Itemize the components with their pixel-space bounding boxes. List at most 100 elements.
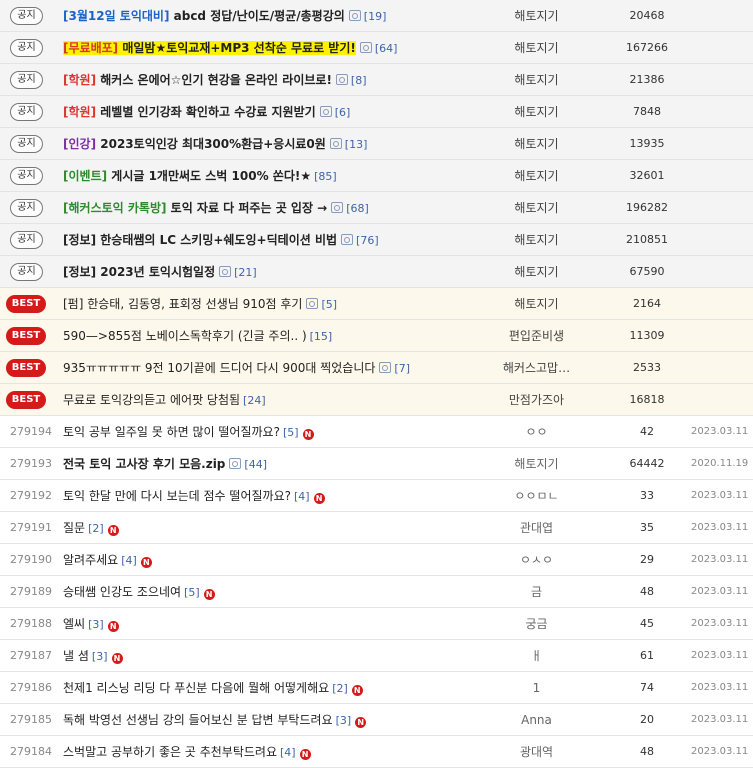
author-name[interactable]: 해토지기 (470, 31, 603, 64)
author-name[interactable]: 1 (470, 671, 603, 704)
author-name[interactable]: ㅇㅇ (470, 415, 603, 448)
post-title-link[interactable]: 알려주세요 (63, 553, 118, 567)
notice-row[interactable]: 공지 [인강] 2023토익인강 최대300%환급+응시료0원 [13] 해토지기 13… (0, 127, 753, 160)
notice-title-link[interactable]: [무료배포] 매일밤★토익교재+MP3 선착순 무료로 받기! (63, 41, 356, 55)
post-title-link[interactable]: 독해 박영선 선생님 강의 들어보신 분 답변 부탁드려요 (63, 713, 333, 727)
post-row[interactable]: 279189 승태쌤 인강도 조으네여 [5] N 금 48 2023.03.11 (0, 575, 753, 608)
notice-title-link[interactable]: [이벤트] 게시글 1개만써도 스벅 100% 쏜다!★ (63, 169, 311, 183)
notice-row[interactable]: 공지 [해커스토익 카톡방] 토익 자료 다 퍼주는 곳 입장 → [68] 해토지기… (0, 191, 753, 224)
comment-count[interactable]: [4] (280, 746, 296, 759)
comment-count[interactable]: [5] (184, 586, 200, 599)
comment-count[interactable]: [4] (294, 490, 310, 503)
post-title-link[interactable]: 질문 (63, 521, 85, 535)
best-title-link[interactable]: 935ㅠㅠㅠㅠㅠ 9전 10기끝에 드디어 다시 900대 찍었습니다 (63, 361, 375, 375)
author-name[interactable]: 해토지기 (470, 223, 603, 256)
comment-count[interactable]: [19] (364, 10, 387, 23)
comment-count[interactable]: [44] (244, 458, 267, 471)
comment-count[interactable]: [3] (92, 650, 108, 663)
comment-count[interactable]: [85] (314, 170, 337, 183)
author-name[interactable]: 만점가즈아 (470, 383, 603, 416)
comment-count[interactable]: [76] (356, 234, 379, 247)
comment-count[interactable]: [13] (345, 138, 368, 151)
author-name[interactable]: 금 (470, 575, 603, 608)
comment-count[interactable]: [21] (234, 266, 257, 279)
comment-count[interactable]: [24] (243, 394, 266, 407)
notice-row[interactable]: 공지 [3월12일 토익대비] abcd 정답/난이도/평균/총평강의 [19] 해토… (0, 0, 753, 32)
author-name[interactable]: 해토지기 (470, 95, 603, 128)
post-title-link[interactable]: 승태쌤 인강도 조으네여 (63, 585, 181, 599)
best-title-link[interactable]: 무료로 토익강의듣고 에어팟 당첨됨 (63, 393, 240, 407)
comment-count[interactable]: [3] (88, 618, 104, 631)
best-title-link[interactable]: [펌] 한승태, 김동영, 표회정 선생님 910점 후기 (63, 297, 302, 311)
best-row[interactable]: BEST 935ㅠㅠㅠㅠㅠ 9전 10기끝에 드디어 다시 900대 찍었습니다 [… (0, 351, 753, 384)
comment-count[interactable]: [5] (321, 298, 337, 311)
author-name[interactable]: 해토지기 (470, 255, 603, 288)
post-title-link[interactable]: 스벅말고 공부하기 좋은 곳 추천부탁드려요 (63, 745, 277, 759)
notice-title-link[interactable]: [정보] 2023년 토익시험일정 (63, 265, 215, 279)
post-title-link[interactable]: 천제1 리스닝 리딩 다 푸신분 다음에 뭘해 어떻게해요 (63, 681, 329, 695)
notice-row[interactable]: 공지 [학원] 해커스 온에어☆인기 현강을 온라인 라이브로! [8] 해토지기 21… (0, 63, 753, 96)
best-row[interactable]: BEST 590—>855점 노베이스독학후기 (긴글 주의.. ) [15] 편입준… (0, 319, 753, 352)
comment-count[interactable]: [68] (346, 202, 369, 215)
best-title-link[interactable]: 590—>855점 노베이스독학후기 (긴글 주의.. ) (63, 329, 307, 343)
author-name[interactable]: 편입준비생 (470, 319, 603, 352)
author-name[interactable]: 해토지기 (470, 287, 603, 320)
author-name[interactable]: ㅇㅅㅇ (470, 543, 603, 576)
author-name[interactable]: 해토지기 (470, 63, 603, 96)
comment-count[interactable]: [3] (336, 714, 352, 727)
comment-count[interactable]: [6] (335, 106, 351, 119)
comment-count[interactable]: [4] (121, 554, 137, 567)
post-title-link[interactable]: 토익 한달 만에 다시 보는데 점수 떨어질까요? (63, 489, 291, 503)
post-row[interactable]: 279188 엘씨 [3] N 궁금 45 2023.03.11 (0, 607, 753, 640)
post-row[interactable]: 279193 전국 토익 고사장 후기 모음.zip [44] 해토지기 64442 20… (0, 447, 753, 480)
comment-count[interactable]: [8] (351, 74, 367, 87)
author-name[interactable]: 광대역 (470, 735, 603, 768)
post-title-link[interactable]: 낼 셤 (63, 649, 89, 663)
best-row[interactable]: BEST [펌] 한승태, 김동영, 표회정 선생님 910점 후기 [5] 해토지기… (0, 287, 753, 320)
notice-row[interactable]: 공지 [정보] 한승태쌤의 LC 스키밍+쉐도잉+딕테이션 비법 [76] 해토지기 2… (0, 223, 753, 256)
author-name[interactable]: Anna (470, 703, 603, 736)
author-name[interactable]: 해토지기 (470, 127, 603, 160)
notice-title-link[interactable]: [해커스토익 카톡방] 토익 자료 다 퍼주는 곳 입장 → (63, 201, 327, 215)
author-name[interactable]: ㅐ (470, 639, 603, 672)
comment-count[interactable]: [7] (394, 362, 410, 375)
post-row[interactable]: 279184 스벅말고 공부하기 좋은 곳 추천부탁드려요 [4] N 광대역 48 202… (0, 735, 753, 768)
post-row[interactable]: 279192 토익 한달 만에 다시 보는데 점수 떨어질까요? [4] N ㅇㅇㅁㄴ 3… (0, 479, 753, 512)
author-name[interactable]: 관대엽 (470, 511, 603, 544)
author-name[interactable]: 해토지기 (470, 159, 603, 192)
notice-title-link[interactable]: [정보] 한승태쌤의 LC 스키밍+쉐도잉+딕테이션 비법 (63, 233, 337, 247)
post-title-link[interactable]: 엘씨 (63, 617, 85, 631)
comment-count[interactable]: [64] (375, 42, 398, 55)
post-row[interactable]: 279194 토익 공부 일주일 못 하면 많이 떨어질까요? [5] N ㅇㅇ 42 20… (0, 415, 753, 448)
post-title-link[interactable]: 전국 토익 고사장 후기 모음.zip (63, 457, 225, 471)
notice-row[interactable]: 공지 [학원] 레벨별 인기강좌 확인하고 수강료 지원받기 [6] 해토지기 7848 (0, 95, 753, 128)
comment-count[interactable]: [5] (283, 426, 299, 439)
author-name[interactable]: ㅇㅇㅁㄴ (470, 479, 603, 512)
notice-category: [이벤트] (63, 169, 108, 183)
author-name[interactable]: 해토지기 (470, 0, 603, 32)
notice-row[interactable]: 공지 [이벤트] 게시글 1개만써도 스벅 100% 쏜다!★ [85] 해토지기 32… (0, 159, 753, 192)
post-row[interactable]: 279191 질문 [2] N 관대엽 35 2023.03.11 (0, 511, 753, 544)
notice-title-link[interactable]: [인강] 2023토익인강 최대300%환급+응시료0원 (63, 137, 326, 151)
author-name[interactable]: 해토지기 (470, 191, 603, 224)
author-name[interactable]: 해커스고맙… (470, 351, 603, 384)
notice-title-link[interactable]: [학원] 레벨별 인기강좌 확인하고 수강료 지원받기 (63, 105, 316, 119)
comment-count[interactable]: [15] (310, 330, 333, 343)
best-row[interactable]: BEST 무료로 토익강의듣고 에어팟 당첨됨 [24] 만점가즈아 16818 (0, 383, 753, 416)
comment-count[interactable]: [2] (332, 682, 348, 695)
best-badge-cell: BEST (0, 287, 57, 320)
comment-count[interactable]: [2] (88, 522, 104, 535)
date-cell (691, 127, 753, 160)
post-row[interactable]: 279190 알려주세요 [4] N ㅇㅅㅇ 29 2023.03.11 (0, 543, 753, 576)
post-row[interactable]: 279187 낼 셤 [3] N ㅐ 61 2023.03.11 (0, 639, 753, 672)
notice-title-link[interactable]: [3월12일 토익대비] abcd 정답/난이도/평균/총평강의 (63, 9, 345, 23)
post-title-cell: 전국 토익 고사장 후기 모음.zip [44] (57, 447, 470, 480)
post-row[interactable]: 279186 천제1 리스닝 리딩 다 푸신분 다음에 뭘해 어떻게해요 [2] N 1… (0, 671, 753, 704)
notice-title-link[interactable]: [학원] 해커스 온에어☆인기 현강을 온라인 라이브로! (63, 73, 332, 87)
notice-row[interactable]: 공지 [정보] 2023년 토익시험일정 [21] 해토지기 67590 (0, 255, 753, 288)
author-name[interactable]: 궁금 (470, 607, 603, 640)
author-name[interactable]: 해토지기 (470, 447, 603, 480)
post-row[interactable]: 279185 독해 박영선 선생님 강의 들어보신 분 답변 부탁드려요 [3] N A… (0, 703, 753, 736)
notice-row[interactable]: 공지 [무료배포] 매일밤★토익교재+MP3 선착순 무료로 받기! [64] 해토지… (0, 31, 753, 64)
post-title-link[interactable]: 토익 공부 일주일 못 하면 많이 떨어질까요? (63, 425, 280, 439)
